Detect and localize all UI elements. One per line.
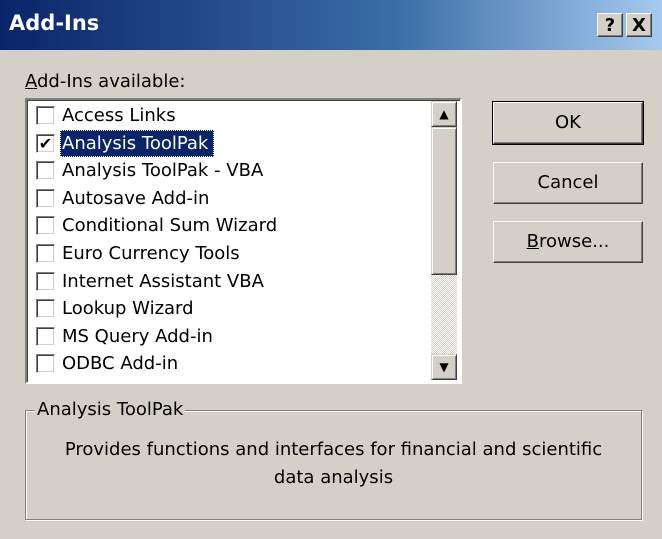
checkbox[interactable] (36, 106, 55, 125)
list-item[interactable]: Euro Currency Tools (34, 240, 432, 267)
checkbox[interactable] (36, 188, 55, 208)
checkbox[interactable]: ✔ (36, 133, 55, 153)
scroll-thumb[interactable] (431, 127, 457, 275)
checkbox[interactable] (36, 216, 55, 236)
list-item[interactable]: ODBC Add-in (34, 350, 432, 377)
checkbox[interactable] (36, 271, 55, 291)
browse-accel: B (526, 231, 539, 252)
list-item-label: MS Query Add-in (62, 325, 213, 347)
browse-button[interactable]: Browse... (493, 221, 643, 263)
checkbox[interactable] (36, 244, 55, 263)
list-item-label: Analysis ToolPak - VBA (62, 160, 264, 182)
list-item[interactable]: Analysis ToolPak - VBA (34, 157, 432, 184)
description-line-1: Provides functions and interfaces for fi… (64, 439, 603, 460)
list-item[interactable]: Internet Assistant VBA (34, 268, 432, 295)
scroll-down-arrow-icon[interactable]: ▼ (431, 354, 457, 380)
list-item[interactable]: ✔ Analysis ToolPak (34, 129, 432, 157)
title-bar: Add-Ins ? X (0, 0, 662, 50)
checkbox[interactable] (36, 326, 55, 346)
window-title: Add-Ins (9, 11, 100, 35)
listbox-frame: Access Links ✔ Analysis ToolPak Analysis To… (27, 100, 460, 382)
list-item-label: Euro Currency Tools (62, 243, 240, 264)
description-text: Provides functions and interfaces for fi… (40, 436, 627, 492)
addins-label-rest: dd-Ins available: (37, 71, 186, 92)
list-item-label: ODBC Add-in (62, 353, 179, 375)
addins-listbox[interactable]: Access Links ✔ Analysis ToolPak Analysis To… (25, 98, 462, 384)
list-item[interactable]: Access Links (34, 102, 432, 129)
close-button[interactable]: X (626, 13, 652, 37)
list-item-label: Autosave Add-in (62, 187, 210, 209)
checkbox[interactable] (36, 354, 55, 374)
browse-rest: rowse... (539, 231, 610, 252)
list-item-label: Internet Assistant VBA (62, 270, 264, 292)
list-item[interactable]: MS Query Add-in (34, 323, 432, 350)
ok-button[interactable]: OK (492, 101, 644, 145)
scroll-up-arrow-icon[interactable]: ▲ (431, 101, 457, 127)
list-item[interactable]: Autosave Add-in (34, 185, 432, 212)
help-button[interactable]: ? (597, 13, 623, 37)
list-item-label: Lookup Wizard (62, 298, 194, 320)
vertical-scrollbar[interactable]: ▲ ▼ (431, 101, 457, 380)
list-item-label: Conditional Sum Wizard (62, 215, 278, 237)
list-item-label: Analysis ToolPak (60, 129, 215, 157)
list-item[interactable]: Lookup Wizard (34, 295, 432, 322)
list-item-label: Access Links (62, 105, 176, 126)
addins-available-label: Add-Ins available: (25, 71, 185, 93)
checkbox[interactable] (36, 161, 55, 181)
description-title: Analysis ToolPak (35, 398, 186, 422)
checkbox[interactable] (36, 299, 55, 319)
cancel-button[interactable]: Cancel (493, 162, 643, 204)
description-line-2: data analysis (273, 467, 394, 488)
addins-label-accel: A (25, 71, 37, 92)
list-item[interactable]: Conditional Sum Wizard (34, 212, 432, 239)
checkmark-icon: ✔ (38, 133, 53, 153)
